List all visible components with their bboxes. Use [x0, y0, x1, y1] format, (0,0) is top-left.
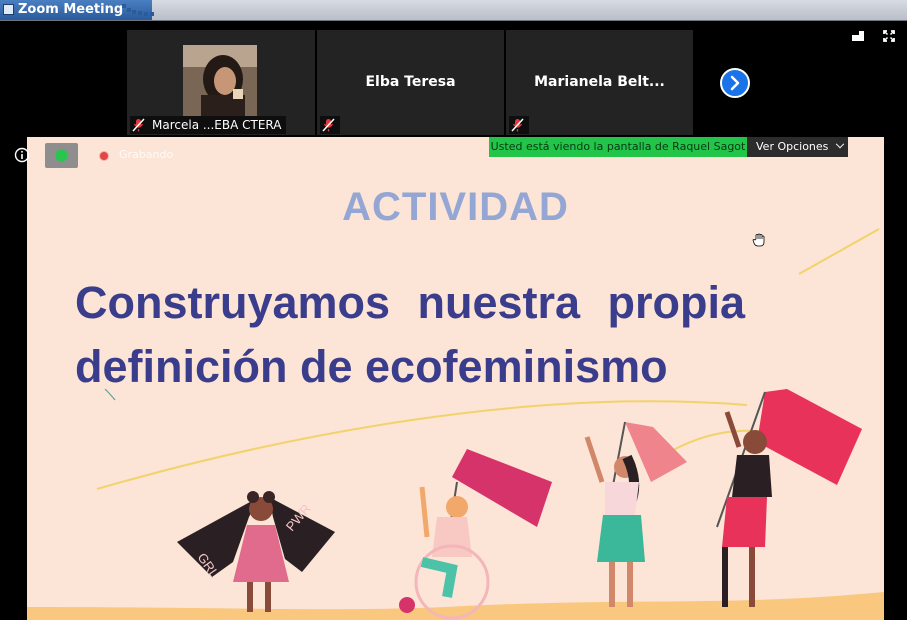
figure-red-flag — [716, 389, 862, 607]
window-title: Zoom Meeting — [18, 2, 124, 17]
mic-muted-icon — [132, 118, 145, 132]
chevron-down-icon — [835, 139, 845, 149]
info-icon[interactable] — [14, 147, 30, 163]
window-titlebar: Zoom Meeting — [0, 0, 907, 21]
figure-green-skirt — [584, 421, 687, 607]
participant-name: Marcela ...EBA CTERA — [152, 118, 282, 132]
participant-namebar — [320, 116, 340, 134]
titlebar-grip-icon — [122, 4, 154, 16]
participant-video — [183, 45, 257, 117]
mic-muted-icon — [511, 118, 524, 132]
viewing-banner: Usted está viendo la pantalla de Raquel … — [489, 137, 747, 157]
view-options-button[interactable]: Ver Opciones — [747, 137, 848, 157]
recording-icon — [99, 151, 109, 161]
fullscreen-icon[interactable] — [883, 30, 895, 42]
participant-namebar: Marcela ...EBA CTERA — [130, 116, 286, 134]
figure-grl-pwr: GRL PWR — [177, 491, 335, 612]
participant-namebar — [509, 116, 529, 134]
figure-wheelchair — [399, 449, 552, 620]
recording-label: Grabando — [119, 148, 174, 161]
participant-tile-2[interactable]: Elba Teresa — [317, 30, 504, 135]
shared-screen: ACTIVIDAD Construyamos nuestra propia de… — [27, 137, 884, 620]
view-options-label: Ver Opciones — [756, 140, 829, 153]
mic-muted-icon — [322, 118, 335, 132]
participant-name: Elba Teresa — [365, 74, 456, 90]
security-button[interactable] — [45, 143, 78, 168]
security-icon — [55, 149, 68, 162]
hand-cursor-icon — [752, 233, 765, 247]
participant-tile-3[interactable]: Marianela Belt... — [506, 30, 693, 135]
slide-illustration: GRL PWR — [27, 228, 884, 620]
participant-tile-1[interactable]: Marcela ...EBA CTERA — [127, 30, 315, 135]
participant-name: Marianela Belt... — [534, 74, 665, 90]
next-page-icon — [730, 75, 740, 91]
window-icon — [3, 4, 14, 15]
next-page-button[interactable] — [720, 68, 750, 98]
speaker-view-icon[interactable] — [852, 30, 864, 42]
